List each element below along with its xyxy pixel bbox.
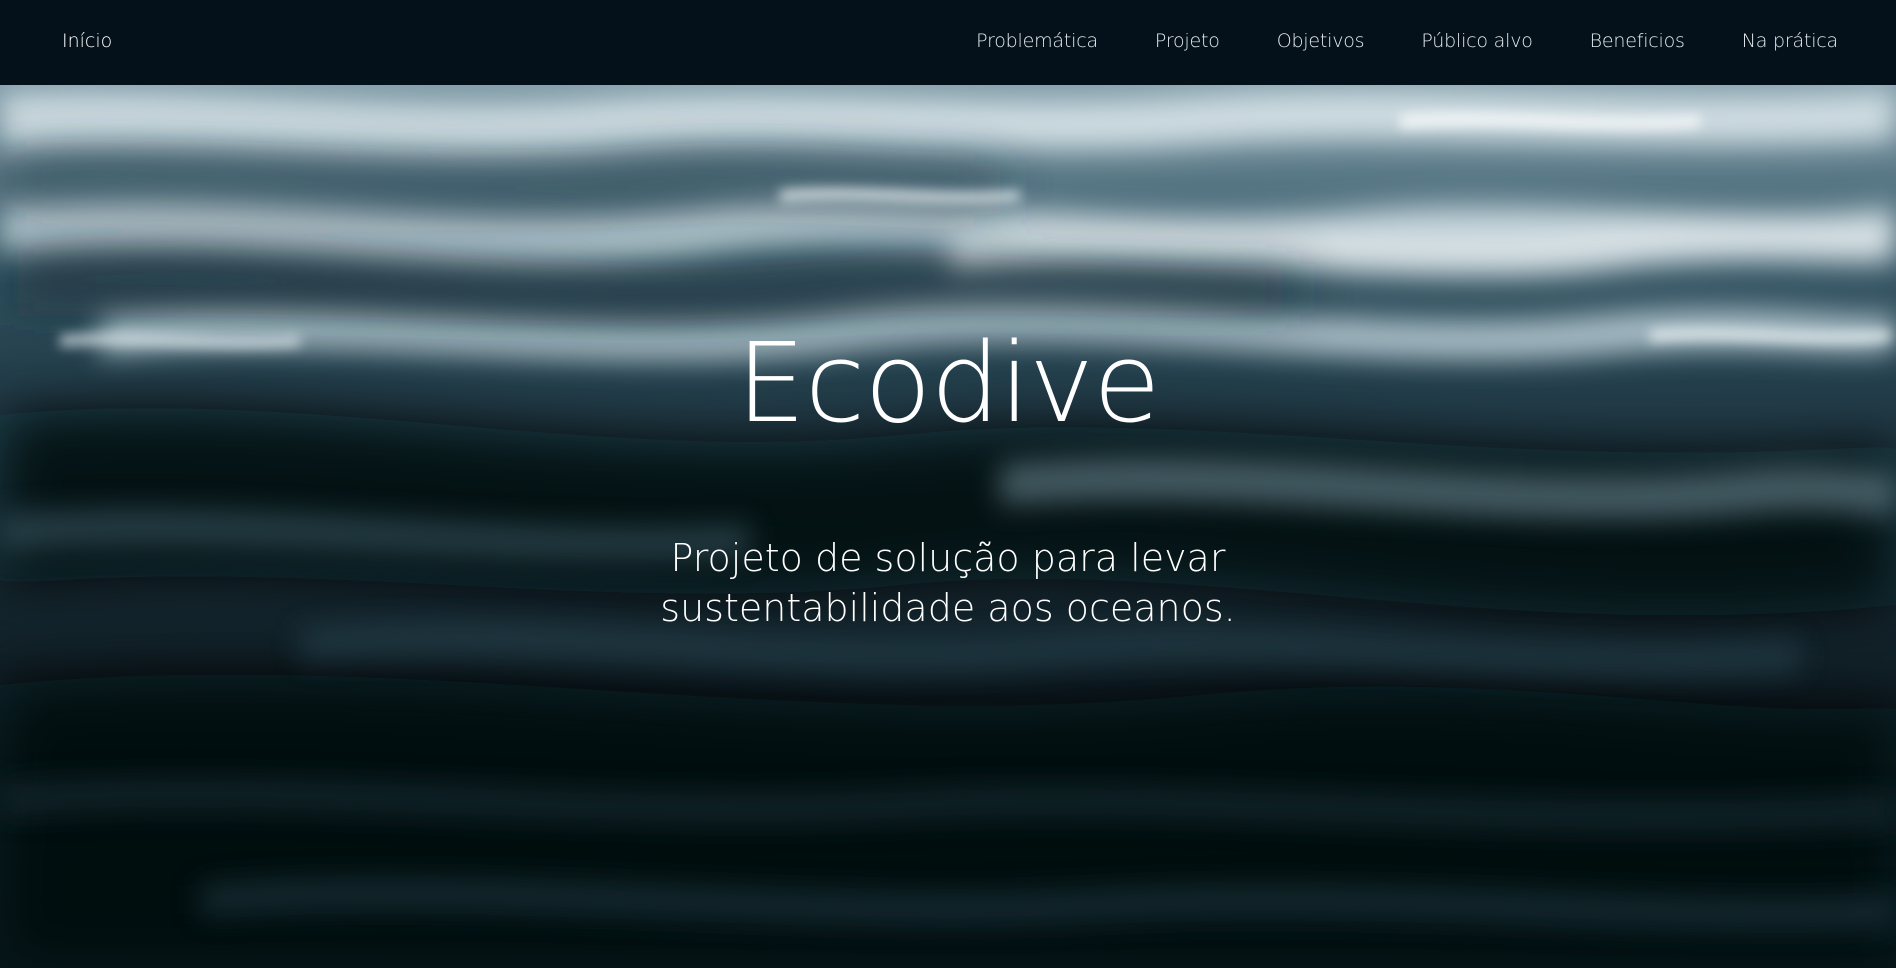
hero-section: Ecodive Projeto de solução para levar su… (0, 85, 1896, 968)
hero-title: Ecodive (736, 319, 1160, 447)
nav-link-home[interactable]: Início (62, 0, 112, 82)
navbar: Início Problemática Projeto Objetivos Pú… (0, 0, 1896, 85)
nav-link-projeto[interactable]: Projeto (1155, 30, 1220, 52)
nav-link-beneficios[interactable]: Beneficios (1590, 30, 1685, 52)
nav-menu: Problemática Projeto Objetivos Público a… (976, 0, 1838, 82)
page: Início Problemática Projeto Objetivos Pú… (0, 0, 1896, 968)
nav-link-na-pratica[interactable]: Na prática (1742, 30, 1838, 52)
nav-link-problematica[interactable]: Problemática (976, 30, 1098, 52)
hero-subtitle-line-1: Projeto de solução para levar (670, 536, 1226, 580)
nav-link-publico-alvo[interactable]: Público alvo (1421, 30, 1532, 52)
ocean-water-image (0, 85, 1896, 968)
hero-subtitle: Projeto de solução para levar sustentabi… (548, 533, 1348, 633)
nav-link-objetivos[interactable]: Objetivos (1277, 30, 1365, 52)
hero-subtitle-line-2: sustentabilidade aos oceanos. (660, 586, 1236, 630)
